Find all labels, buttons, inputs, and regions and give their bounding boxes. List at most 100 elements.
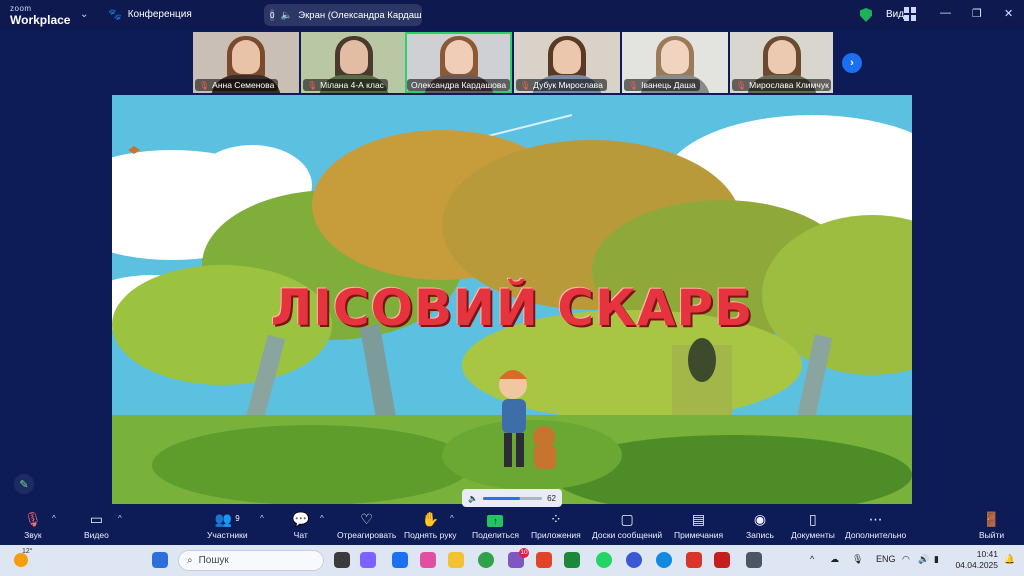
volume-slider[interactable]: 🔈 62 — [462, 489, 562, 507]
audio-options-caret[interactable]: ^ — [52, 514, 56, 523]
participant-name: Мирослава Климчук — [749, 80, 829, 90]
volume-track[interactable] — [482, 496, 543, 500]
copilot-icon[interactable] — [360, 552, 376, 568]
chat-icon: 💬 — [292, 511, 310, 527]
task-view-icon[interactable] — [334, 552, 350, 568]
more-icon: ⋯ — [868, 511, 883, 527]
notepad-icon[interactable] — [746, 552, 762, 568]
record-icon: ◉ — [753, 511, 767, 527]
chevron-down-icon[interactable]: ⌄ — [80, 9, 88, 20]
meeting-info[interactable]: 🐾 Конференция — [108, 8, 192, 21]
exit-icon: 🚪 — [982, 511, 1001, 527]
acrobat-icon[interactable] — [714, 552, 730, 568]
reactions-options-caret[interactable]: ^ — [450, 514, 454, 523]
brand-bottom: Workplace — [10, 13, 71, 27]
docs-button[interactable]: ▯ Документы — [791, 510, 835, 540]
search-icon: ⌕ — [187, 555, 193, 566]
wifi-icon[interactable]: ◠ — [902, 554, 910, 565]
leave-button[interactable]: 🚪 Выйти — [979, 510, 1004, 540]
annotate-pencil-icon[interactable]: ✎ — [14, 474, 34, 494]
screen-share-indicator[interactable]: 0 🔈 Экран (Олександра Кардашова) ••• — [264, 4, 422, 26]
participant-tile[interactable]: 🎙 Дубук Мирослава — [514, 32, 620, 93]
apps-icon: ⁘ — [550, 511, 562, 527]
apps-button[interactable]: ⁘ Приложения — [531, 510, 581, 540]
raise-hand-button[interactable]: ✋ Поднять руку — [404, 510, 457, 540]
heart-icon: ♡ — [360, 511, 373, 527]
brave-icon[interactable] — [536, 552, 552, 568]
start-icon[interactable] — [152, 552, 168, 568]
hand-icon: ✋ — [421, 511, 439, 527]
minimize-icon[interactable]: — — [940, 7, 951, 19]
video-camera-icon: ▭ — [89, 511, 104, 527]
chat-options-caret[interactable]: ^ — [320, 514, 324, 523]
next-page-button[interactable]: › — [842, 53, 862, 73]
search-placeholder: Пошук — [198, 555, 229, 566]
speaker-icon: 🔈 — [280, 9, 293, 21]
zoom-app-icon[interactable] — [392, 552, 408, 568]
grid-view-icon[interactable] — [904, 7, 916, 21]
volume-fill — [482, 496, 520, 500]
app-icon[interactable] — [564, 552, 580, 568]
notifications-icon[interactable]: 🔔 — [1004, 554, 1015, 565]
whatsapp-icon[interactable] — [596, 552, 612, 568]
volume-value: 62 — [547, 493, 556, 503]
system-clock[interactable]: 10:41 04.04.2025 — [954, 549, 998, 571]
restore-icon[interactable]: ❐ — [972, 7, 982, 20]
close-icon[interactable]: ✕ — [1004, 7, 1013, 20]
meeting-title: Конференция — [127, 9, 192, 20]
participant-tile[interactable]: 🎙 Мілана 4-А клас — [301, 32, 407, 93]
encryption-shield-icon[interactable] — [860, 8, 872, 22]
participant-tile[interactable]: 🎙 Мирослава Климчук — [730, 32, 833, 93]
participants-options-caret[interactable]: ^ — [260, 514, 264, 523]
battery-icon[interactable]: ▮ — [934, 554, 939, 565]
participant-name: Мілана 4-А клас — [320, 80, 384, 90]
participant-tile[interactable]: Олександра Кардашова — [405, 32, 512, 93]
edge-copilot-icon[interactable] — [420, 552, 436, 568]
weather-temp: 12° — [22, 548, 33, 555]
share-label: Экран (Олександра Кардашова) — [298, 9, 422, 21]
taskbar-search[interactable]: ⌕ Пошук — [178, 550, 324, 571]
participants-count: 9 — [235, 514, 240, 523]
volume-icon[interactable]: 🔊 — [918, 554, 929, 565]
participants-button[interactable]: 👥 9 Участники — [207, 510, 248, 540]
mic-muted-icon: 🎙 — [199, 80, 210, 90]
view-button[interactable]: Вид — [886, 9, 904, 20]
share-button[interactable]: ↑ Поделиться — [472, 510, 519, 540]
chat-button[interactable]: 💬 Чат — [292, 510, 309, 540]
clock-date: 04.04.2025 — [955, 560, 998, 570]
meeting-toolbar: 🎙 Звук ^ ▭ Видео ^ 👥 9 Участники ^ 💬 Чат … — [0, 508, 1024, 544]
video-options-caret[interactable]: ^ — [118, 514, 122, 523]
scene-title: ЛІСОВИЙ СКАРБ — [270, 279, 754, 337]
more-button[interactable]: ⋯ Дополнительно — [845, 510, 906, 540]
weather-icon[interactable] — [14, 553, 28, 567]
notes-button[interactable]: ▤ Примечания — [674, 510, 723, 540]
participant-tile[interactable]: 🎙 Іванець Даша — [622, 32, 728, 93]
share-badge: 0 — [270, 9, 275, 21]
participant-name: Анна Семенова — [212, 80, 275, 90]
participant-name: Дубук Мирослава — [533, 80, 603, 90]
file-explorer-icon[interactable] — [448, 552, 464, 568]
audio-button[interactable]: 🎙 Звук — [24, 510, 42, 540]
onedrive-icon[interactable]: ☁ — [830, 554, 839, 565]
record-button[interactable]: ◉ Запись — [746, 510, 774, 540]
mic-muted-icon: 🎙 — [520, 80, 531, 90]
language-indicator[interactable]: ENG — [876, 554, 896, 564]
tray-expand-icon[interactable]: ^ — [810, 554, 814, 564]
participant-name: Іванець Даша — [641, 80, 696, 90]
chrome-icon[interactable] — [478, 552, 494, 568]
whiteboards-button[interactable]: ▢ Доски сообщений — [592, 510, 662, 540]
volume-icon: 🔈 — [468, 493, 478, 503]
windows-taskbar: 12° ⌕ Пошук 10 ^ ☁ 🎙 ENG ◠ 🔊 ▮ 10:41 04.… — [0, 545, 1024, 576]
edge-icon[interactable] — [656, 552, 672, 568]
canva-icon[interactable] — [626, 552, 642, 568]
viber-icon[interactable]: 10 — [508, 548, 529, 568]
video-button[interactable]: ▭ Видео — [84, 510, 109, 540]
zoom-logo: zoom Workplace — [10, 4, 70, 27]
participant-strip: 🎙 Анна Семенова 🎙 Мілана 4-А клас Олександ… — [193, 32, 833, 93]
wps-icon[interactable] — [686, 552, 702, 568]
participant-tile[interactable]: 🎙 Анна Семенова — [193, 32, 299, 93]
microphone-icon[interactable]: 🎙 — [852, 554, 863, 565]
clock-time: 10:41 — [976, 549, 998, 559]
react-button[interactable]: ♡ Отреагировать — [337, 510, 396, 540]
mic-muted-icon: 🎙 — [24, 511, 42, 527]
